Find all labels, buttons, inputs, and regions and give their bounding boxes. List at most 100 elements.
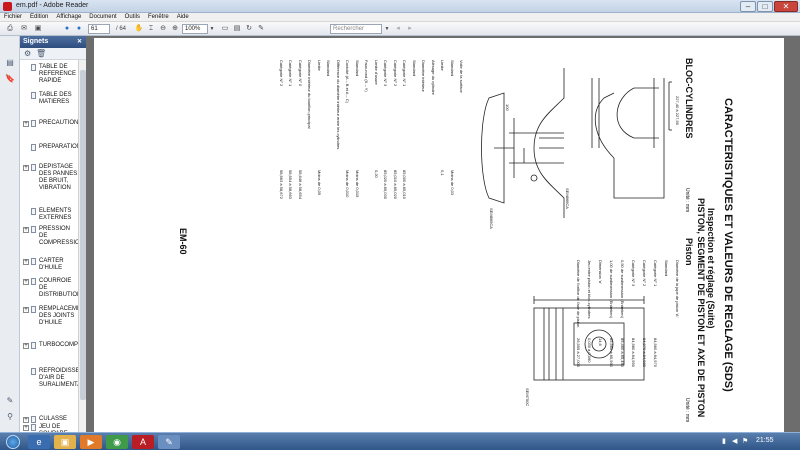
expand-icon[interactable]: + [23,425,29,431]
search-previous-icon[interactable]: ◂ [393,24,403,34]
adobe-reader-taskbar-icon[interactable]: A [132,435,154,449]
bookmark-label: CARTER D'HUILE [39,258,64,271]
next-page-icon[interactable]: ● [74,24,84,34]
zoom-out-icon[interactable]: ⊖ [158,24,168,34]
expand-icon[interactable]: + [23,259,29,265]
bookmark-label: COURROIE DE DISTRIBUTION [39,278,78,298]
maximize-button[interactable]: □ [757,1,773,12]
bookmark-label: TABLE DES MATIERES [39,92,72,105]
table-row-label: Standard [449,60,455,77]
bookmark-label: PRESSION DE COMPRESSION [39,226,78,246]
delete-bookmark-icon[interactable]: 🗑 [36,49,46,58]
attachments-icon[interactable]: ⚲ [5,412,15,422]
table-row-value: Moins de 0,03 [449,170,455,196]
table-row-label: Catégorie N° 2 [642,260,647,287]
search-input[interactable]: Rechercher [330,24,382,34]
search-dropdown-icon[interactable]: ▼ [383,24,391,34]
cylinder-bore-drawing [481,68,565,218]
flag-icon[interactable]: ⚑ [742,438,749,445]
expand-icon[interactable]: + [23,417,29,423]
document-viewport[interactable]: CARACTERISTIQUES ET VALEURS DE REGLAGE (… [86,36,800,432]
menu-document[interactable]: Document [85,13,120,22]
folder-icon[interactable]: ▣ [54,435,76,449]
table-row-value: 0,1 [440,170,445,176]
bookmark-page-icon [31,342,36,349]
bookmarks-list: TABLE DE REFERENCE RAPIDE TABLE DES MATIE… [20,62,78,432]
internet-explorer-icon[interactable]: e [28,435,50,449]
dimension-label: 227,40 à 227,50 [675,96,680,125]
select-tool-icon[interactable]: ⌶ [146,24,156,34]
table-row-label: Catégorie N° 3 [631,260,636,287]
expand-icon[interactable]: + [23,307,29,313]
hand-tool-icon[interactable]: ✋ [134,24,144,34]
start-button[interactable] [6,435,20,449]
expand-icon[interactable]: + [23,343,29,349]
table-row-value: Moins de 0,05 [316,170,322,196]
bookmark-page-icon [31,164,36,171]
print-icon[interactable]: ⎙ [4,24,16,34]
table-row-label: Diamètre de l'orifice de l'axe de piston [576,260,581,328]
table-row-label: Standard [354,60,360,77]
email-icon[interactable]: ✉ [18,24,30,34]
table-row-label: Jeu entre piston et bloc-cylindres [587,260,592,319]
fit-page-icon[interactable]: ▭ [220,24,230,34]
bookmark-page-icon [31,226,36,233]
menu-fichier[interactable]: Fichier [0,13,26,22]
media-player-icon[interactable]: ▶ [80,435,102,449]
table-row-value: 14,6 [598,338,603,346]
menu-edition[interactable]: Edition [26,13,52,22]
sign-icon[interactable]: ✎ [256,24,266,34]
table-row-label: Différence du diamètre intérieur entre l… [335,60,341,150]
network-icon[interactable]: ▮ [722,438,729,445]
volume-icon[interactable]: ◀ [732,438,739,445]
bookmark-label: REFROIDISSEURS D'AIR DE SURALIMENTATION [39,368,78,388]
menu-aide[interactable]: Aide [173,13,193,22]
previous-page-icon[interactable]: ● [62,24,72,34]
table-row-label: 1,00 de surdimension (Entretien) [609,260,614,319]
table-row-value: 85,020 à 85,030 [383,170,388,199]
comments-icon[interactable]: ✎ [5,396,15,406]
rotate-icon[interactable]: ↻ [244,24,254,34]
menu-outils[interactable]: Outils [121,13,144,22]
table-row-value: 85,960 à 85,990 [609,338,614,367]
table-row-value: 58,663 à 58,672 [278,170,284,199]
close-button[interactable]: ✕ [774,1,798,12]
save-icon[interactable]: ▣ [32,24,44,34]
close-panel-icon[interactable]: ✕ [77,36,82,48]
fit-width-icon[interactable]: ▤ [232,24,242,34]
bookmarks-panel-icon[interactable]: 🔖 [5,74,15,84]
bookmark-page-icon [31,208,36,215]
table-row-label: 0,50 de surdimension (Entretien) [620,260,625,319]
pages-panel-icon[interactable]: ▤ [5,58,15,68]
expand-icon[interactable]: + [23,121,29,127]
clock[interactable]: 21:55 [756,437,774,444]
minimize-button[interactable]: – [740,1,756,12]
menu-affichage[interactable]: Affichage [52,13,85,22]
table-row-value: 85,000 à 85,010 [402,170,407,199]
table-row-label: Catégorie N° 2 [278,60,284,87]
bookmark-page-icon [31,424,36,431]
menu-fenetre[interactable]: Fenêtre [144,13,173,22]
options-icon[interactable]: ⚙ [24,49,31,58]
bookmarks-scrollbar[interactable] [78,60,86,432]
search-next-icon[interactable]: ▸ [405,24,415,34]
table-row-value: 84,970 à 84,980 [642,338,647,367]
taskbar: e ▣ ▶ ◉ A ✎ ▮ ◀ ⚑ 21:55 [0,432,800,450]
bookmark-page-icon [31,416,36,423]
table-row-label: Limite [440,60,445,71]
zoom-input[interactable]: 100% [182,24,208,34]
page-number-input[interactable]: 61 [88,24,110,34]
table-row-label: Catégorie N° 1 [288,60,293,87]
expand-icon[interactable]: + [23,227,29,233]
zoom-dropdown-icon[interactable]: ▼ [208,24,216,34]
expand-icon[interactable]: + [23,279,29,285]
bookmark-label: PRECAUTIONS [39,120,78,126]
bookmark-page-icon [31,278,36,285]
bookmarks-title: Signets [23,38,49,45]
paint-icon[interactable]: ✎ [158,435,180,449]
zoom-in-icon[interactable]: ⊕ [170,24,180,34]
table-row-value: Moins de 0,010 [345,170,350,198]
adobe-reader-icon [3,2,12,11]
chrome-icon[interactable]: ◉ [106,435,128,449]
expand-icon[interactable]: + [23,165,29,171]
